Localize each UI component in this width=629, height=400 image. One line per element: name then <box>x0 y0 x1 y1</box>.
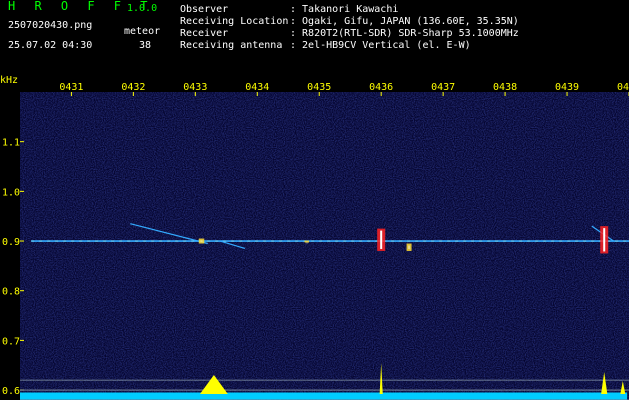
y-tick-label: 0.6 <box>2 386 20 397</box>
info-label-location: Receiving Location <box>180 16 289 27</box>
y-tick-label: 1.1 <box>2 138 20 149</box>
x-tick-label: 0440 <box>617 82 629 93</box>
spectrogram-chart: kHz 0431 0432 0433 0434 0435 0436 0437 0438 0439… <box>0 75 629 400</box>
x-tick-label: 0433 <box>183 82 207 93</box>
x-tick-label: 0436 <box>369 82 393 93</box>
spectrogram-noise <box>20 92 629 400</box>
info-value-observer: : Takanori Kawachi <box>290 4 399 15</box>
meteor-echo-core <box>200 240 203 242</box>
header: H R O F F T 1.0.0 2507020430.png 25.07.0… <box>0 0 629 74</box>
y-tick-label: 0.8 <box>2 287 20 298</box>
x-tick-label: 0432 <box>121 82 145 93</box>
meteor-label: meteor <box>124 26 161 37</box>
x-tick-label: 0437 <box>431 82 455 93</box>
meteor-echo-core <box>380 230 383 249</box>
file-name: 2507020430.png <box>8 20 93 31</box>
y-tick-label: 0.9 <box>2 237 20 248</box>
info-value-antenna: : 2el-HB9CV Vertical (el. E-W) <box>290 40 471 51</box>
info-value-location: : Ogaki, Gifu, JAPAN (136.60E, 35.35N) <box>290 16 519 27</box>
x-tick-label: 0439 <box>555 82 579 93</box>
info-label-receiver: Receiver <box>180 28 229 39</box>
meteor-echo-core <box>408 245 411 249</box>
meteor-echo-core <box>603 228 606 252</box>
x-tick-label: 0434 <box>245 82 269 93</box>
y-tick-label: 1.0 <box>2 187 20 198</box>
info-value-receiver: : R820T2(RTL-SDR) SDR-Sharp 53.1000MHz <box>290 28 519 39</box>
meteor-echo-core <box>305 242 308 244</box>
date-time: 25.07.02 04:30 <box>8 40 93 51</box>
x-tick-label: 0431 <box>59 82 83 93</box>
app-version: 1.0.0 <box>127 3 158 14</box>
x-tick-label: 0435 <box>307 82 331 93</box>
meteor-count: 38 <box>139 40 152 51</box>
meteor-echo <box>304 240 310 243</box>
y-axis-label: kHz <box>0 75 18 86</box>
info-label-antenna: Receiving antenna <box>180 40 283 51</box>
x-tick-label: 0438 <box>493 82 517 93</box>
y-tick-label: 0.7 <box>2 336 20 347</box>
info-label-observer: Observer <box>180 4 229 15</box>
